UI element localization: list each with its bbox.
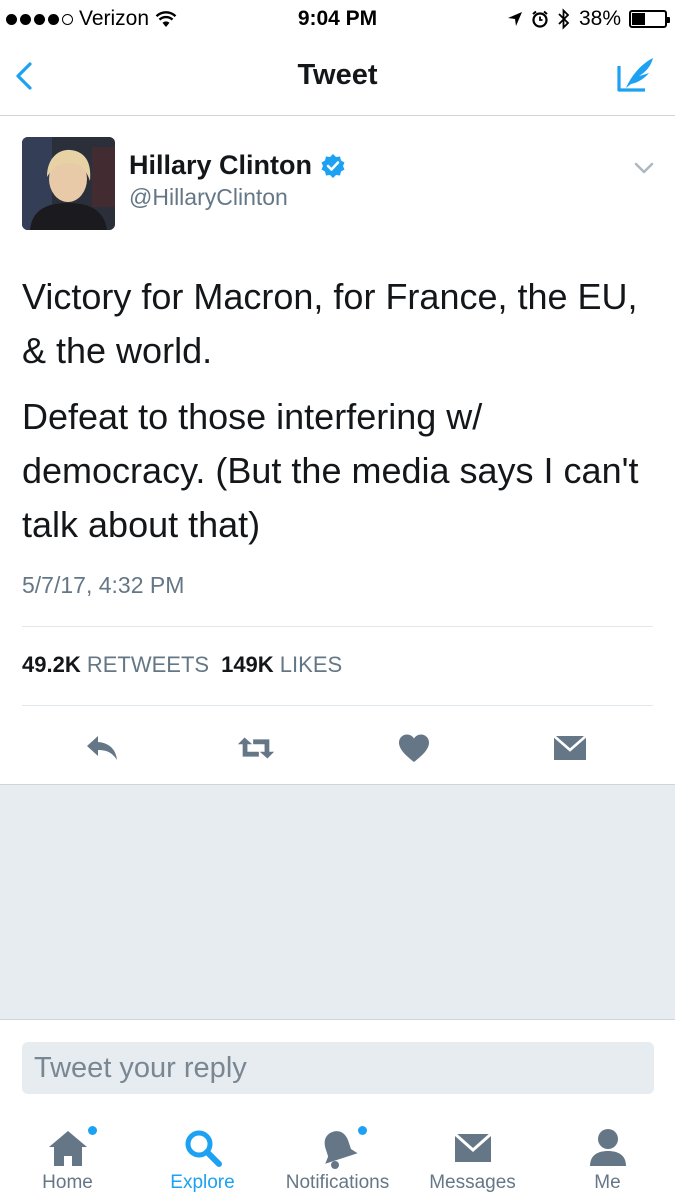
- author-name-row: Hillary Clinton: [129, 150, 346, 181]
- tweet-paragraph: Defeat to those interfering w/ democracy…: [22, 396, 639, 545]
- tab-label-explore: Explore: [170, 1172, 235, 1193]
- alarm-icon: [532, 10, 548, 28]
- tweet-paragraph: Victory for Macron, for France, the EU, …: [22, 276, 638, 371]
- retweets-count: 49.2K: [22, 652, 81, 677]
- bluetooth-icon: [558, 8, 570, 30]
- retweet-button[interactable]: [236, 728, 276, 768]
- likes-stat[interactable]: 149K LIKES: [221, 652, 342, 678]
- author-handle[interactable]: @HillaryClinton: [129, 184, 288, 211]
- location-arrow-icon: [507, 12, 522, 26]
- battery-level: [632, 13, 645, 25]
- reply-button[interactable]: [82, 728, 122, 768]
- bell-icon: [324, 1131, 358, 1169]
- tweet-text: Victory for Macron, for France, the EU, …: [22, 270, 652, 564]
- envelope-icon: [453, 1132, 492, 1162]
- tweet-stats: 49.2K RETWEETS 149K LIKES: [22, 652, 342, 678]
- avatar[interactable]: [22, 137, 115, 230]
- retweets-label: RETWEETS: [86, 652, 210, 677]
- reply-box[interactable]: [22, 1042, 654, 1094]
- person-icon: [589, 1129, 626, 1166]
- replies-area: [0, 784, 675, 1020]
- retweet-icon: [237, 737, 275, 759]
- notifications-dot: [358, 1126, 367, 1135]
- tab-label-notifications: Notifications: [285, 1172, 390, 1193]
- divider: [22, 626, 653, 627]
- tab-me[interactable]: Me: [540, 1112, 675, 1200]
- tab-messages[interactable]: Messages: [405, 1112, 540, 1200]
- tweet-action-bar: [0, 718, 675, 784]
- chevron-down-icon[interactable]: [633, 160, 655, 176]
- reply-icon: [87, 736, 117, 760]
- tab-label-me: Me: [594, 1172, 621, 1193]
- compose-tweet-icon[interactable]: [613, 52, 657, 96]
- divider: [22, 705, 653, 706]
- page-title: Tweet: [297, 59, 378, 91]
- tab-label-messages: Messages: [429, 1172, 516, 1193]
- heart-icon: [399, 734, 429, 762]
- tab-label-home: Home: [42, 1172, 93, 1193]
- direct-message-button[interactable]: [550, 728, 590, 768]
- profile-photo: [22, 137, 115, 230]
- tab-home[interactable]: Home: [0, 1112, 135, 1200]
- likes-label: LIKES: [279, 652, 343, 677]
- retweets-stat[interactable]: 49.2K RETWEETS: [22, 652, 209, 678]
- home-icon: [48, 1131, 87, 1166]
- home-notification-dot: [88, 1126, 97, 1135]
- envelope-icon: [553, 735, 587, 760]
- tab-bar: Home Explore Notifications Messages Me: [0, 1112, 675, 1200]
- search-icon: [185, 1130, 222, 1167]
- likes-count: 149K: [221, 652, 274, 677]
- status-bar: Verizon 9:04 PM 38%: [0, 0, 675, 38]
- reply-input[interactable]: [22, 1042, 654, 1094]
- author-name[interactable]: Hillary Clinton: [129, 150, 312, 181]
- status-right: 38%: [507, 7, 670, 31]
- battery-percent: 38%: [578, 7, 621, 30]
- tab-explore[interactable]: Explore: [135, 1112, 270, 1200]
- navigation-bar: Tweet: [0, 38, 675, 116]
- tweet-timestamp: 5/7/17, 4:32 PM: [22, 572, 185, 598]
- like-button[interactable]: [394, 728, 434, 768]
- battery-icon: [629, 10, 670, 28]
- verified-badge-icon: [321, 153, 345, 178]
- tab-notifications[interactable]: Notifications: [270, 1112, 405, 1200]
